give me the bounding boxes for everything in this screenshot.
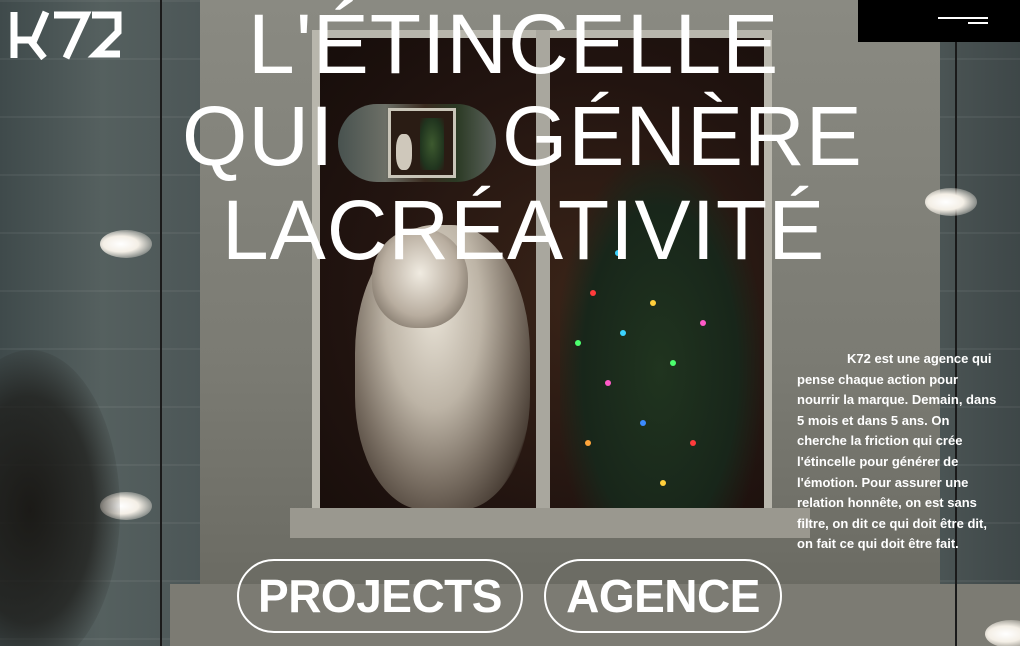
tree-light (620, 330, 626, 336)
headline-inline-image (338, 104, 496, 182)
headline-line-2-left: QUI (182, 89, 335, 183)
thumb-cat (396, 134, 412, 170)
hamburger-menu-icon-short-bar (968, 22, 988, 24)
tree-light (700, 320, 706, 326)
string-light-bulb (925, 188, 977, 216)
agency-description: K72 est une agence qui pense chaque acti… (797, 351, 997, 552)
tree-light (590, 290, 596, 296)
k72-logo[interactable] (10, 10, 124, 61)
string-light-bulb (100, 230, 152, 258)
tree-light (575, 340, 581, 346)
tree-light (650, 300, 656, 306)
tree-light (585, 440, 591, 446)
tree-light (640, 420, 646, 426)
hamburger-menu-icon (938, 17, 988, 19)
projects-button[interactable]: PROJECTS (237, 559, 523, 633)
string-light-wire (160, 0, 162, 646)
window-sill (290, 508, 810, 538)
tree-light (670, 360, 676, 366)
string-light-wire (955, 40, 957, 646)
logo-mark-icon (10, 10, 122, 61)
thumb-tree (420, 118, 444, 170)
headline-line-1: L'ÉTINCELLE (248, 0, 780, 91)
menu-button[interactable] (858, 0, 1020, 42)
agence-button[interactable]: AGENCE (544, 559, 782, 633)
headline-line-2-right: GÉNÈRE (502, 89, 863, 183)
tree-light (605, 380, 611, 386)
tree-light (690, 440, 696, 446)
tree-light (660, 480, 666, 486)
headline-line-3: LACRÉATIVITÉ (222, 183, 826, 277)
